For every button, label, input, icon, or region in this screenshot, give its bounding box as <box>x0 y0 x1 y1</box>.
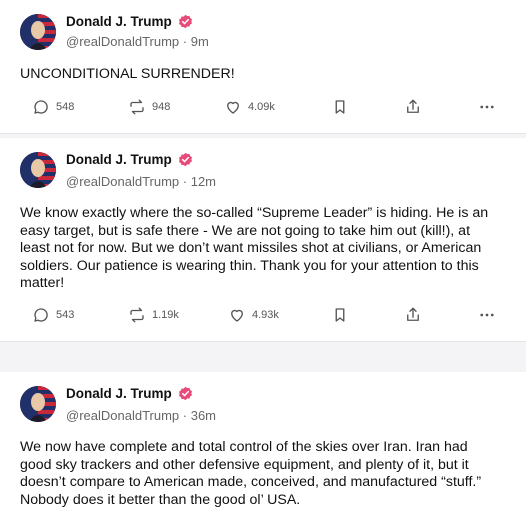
avatar[interactable] <box>20 14 56 50</box>
verified-badge-icon <box>178 386 193 401</box>
repost-button[interactable]: 1.19k <box>128 306 179 324</box>
repost-count: 1.19k <box>152 309 179 321</box>
more-options-button[interactable] <box>478 98 496 116</box>
author-handle[interactable]: @realDonaldTrump <box>66 408 179 423</box>
meta-separator: · <box>179 408 191 423</box>
author-name[interactable]: Donald J. Trump <box>66 386 172 401</box>
post-time[interactable]: 36m <box>191 408 216 423</box>
like-count: 4.93k <box>252 309 279 321</box>
like-button[interactable]: 4.93k <box>228 306 279 324</box>
repost-button[interactable]: 948 <box>128 98 170 116</box>
meta-separator: · <box>179 174 191 189</box>
author-handle[interactable]: @realDonaldTrump <box>66 174 179 189</box>
avatar[interactable] <box>20 152 56 188</box>
author-name[interactable]: Donald J. Trump <box>66 14 172 29</box>
post-text: We now have complete and total control o… <box>20 439 482 508</box>
more-horizontal-icon <box>480 313 494 317</box>
comment-icon <box>34 100 48 114</box>
share-button[interactable] <box>404 98 422 116</box>
post-meta: @realDonaldTrump · 36m <box>66 408 216 423</box>
reply-count: 548 <box>56 101 75 113</box>
post-time[interactable]: 12m <box>191 174 216 189</box>
post-text: UNCONDITIONAL SURRENDER! <box>20 66 235 82</box>
comment-icon <box>34 308 48 322</box>
bookmark-icon <box>335 308 345 322</box>
bookmark-button[interactable] <box>331 306 349 324</box>
author-handle[interactable]: @realDonaldTrump <box>66 34 179 49</box>
post-meta: @realDonaldTrump · 12m <box>66 174 216 189</box>
repost-icon <box>130 307 144 323</box>
repost-count: 948 <box>152 101 171 113</box>
avatar[interactable] <box>20 386 56 422</box>
share-button[interactable] <box>404 306 422 324</box>
heart-icon <box>227 101 239 114</box>
more-options-button[interactable] <box>478 306 496 324</box>
bookmark-icon <box>335 100 345 114</box>
post-meta: @realDonaldTrump · 9m <box>66 34 209 49</box>
like-button[interactable]: 4.09k <box>224 98 275 116</box>
like-count: 4.09k <box>248 101 275 113</box>
post-actions: 548 948 4.09k <box>0 98 526 122</box>
verified-badge-icon <box>178 152 193 167</box>
share-icon <box>407 307 419 321</box>
post-text: We know exactly where the so-called “Sup… <box>20 205 489 292</box>
post-time[interactable]: 9m <box>191 34 209 49</box>
post-actions: 543 1.19k 4.93k <box>0 306 526 330</box>
more-horizontal-icon <box>480 105 494 109</box>
verified-badge-icon <box>178 14 193 29</box>
share-icon <box>407 99 419 113</box>
author-name[interactable]: Donald J. Trump <box>66 152 172 167</box>
reply-button[interactable]: 543 <box>32 306 74 324</box>
reply-button[interactable]: 548 <box>32 98 74 116</box>
repost-icon <box>130 99 144 115</box>
meta-separator: · <box>179 34 191 49</box>
post[interactable]: Donald J. Trump @realDonaldTrump · 9m UN… <box>0 0 526 134</box>
post[interactable]: Donald J. Trump @realDonaldTrump · 12m W… <box>0 138 526 342</box>
heart-icon <box>231 309 243 322</box>
reply-count: 543 <box>56 309 75 321</box>
post[interactable]: Donald J. Trump @realDonaldTrump · 36m W… <box>0 372 526 520</box>
bookmark-button[interactable] <box>331 98 349 116</box>
